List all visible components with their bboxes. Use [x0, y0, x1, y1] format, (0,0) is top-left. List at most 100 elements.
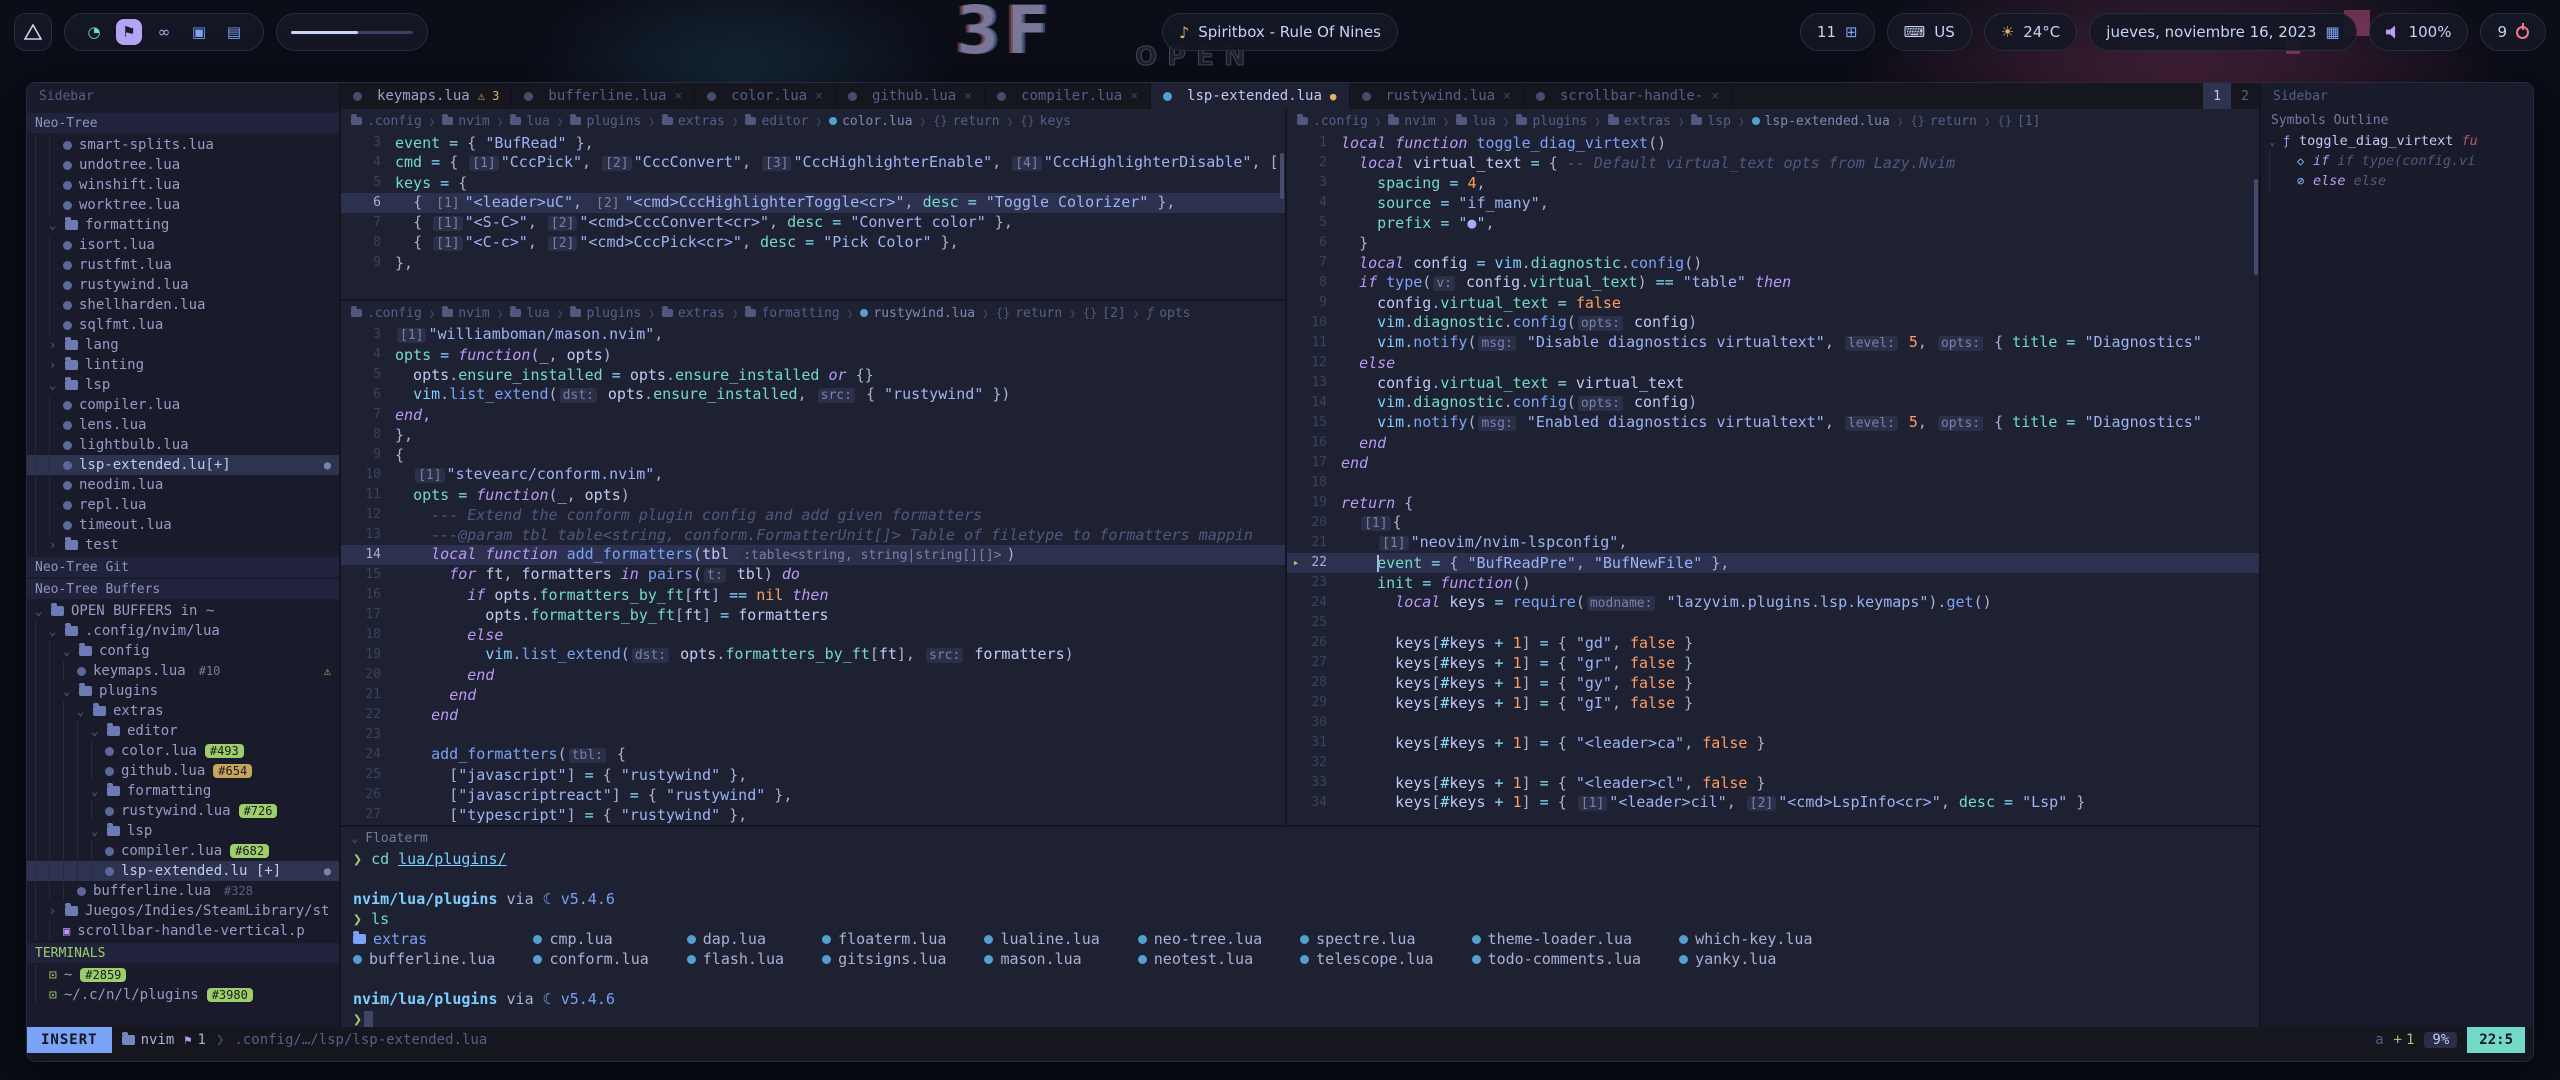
slider-widget[interactable] — [276, 13, 428, 51]
editor-pane-color-lua[interactable]: .config❯nvim❯lua❯plugins❯extras❯editor❯c… — [341, 109, 1285, 299]
tree-row-extras[interactable]: ⌄extras — [27, 701, 339, 721]
listing-item-flash-lua[interactable]: flash.lua — [687, 949, 784, 969]
code-area[interactable]: 3event = { "BufRead" },4cmd = { [1]"CccP… — [341, 133, 1285, 299]
code-area[interactable]: 1local function toggle_diag_virtext()2 l… — [1287, 133, 2259, 825]
tree-row-rustywind-lua[interactable]: rustywind.lua#726 — [27, 801, 339, 821]
editor-pane-lsp-extended-lua[interactable]: .config❯nvim❯lua❯plugins❯extras❯lsp❯lsp-… — [1287, 109, 2259, 825]
keyboard-layout-pill[interactable]: ⌨US — [1887, 13, 1972, 51]
outline-item-if[interactable]: ◇ifif type(config.vi — [2261, 151, 2533, 171]
weather-pill[interactable]: ☀24°C — [1984, 13, 2078, 51]
tree-row-keymaps-lua[interactable]: keymaps.lua#10⚠ — [27, 661, 339, 681]
tree-section-neo-tree-git[interactable]: Neo-Tree Git — [27, 557, 339, 577]
tree-row-undotree-lua[interactable]: undotree.lua — [27, 155, 339, 175]
tree-row-rustfmt-lua[interactable]: rustfmt.lua — [27, 255, 339, 275]
tree-row-bufferline-lua[interactable]: bufferline.lua#328 — [27, 881, 339, 901]
tree-row-lsp-extended-lu[interactable]: lsp-extended.lu[+]● — [27, 455, 339, 475]
tab-scrollbar-handle[interactable]: scrollbar-handle-× — [1524, 83, 1732, 109]
tree-row-rustywind-lua[interactable]: rustywind.lua — [27, 275, 339, 295]
tab-color-lua[interactable]: color.lua× — [695, 83, 836, 109]
tree-row-shellharden-lua[interactable]: shellharden.lua — [27, 295, 339, 315]
launcher-button[interactable] — [14, 13, 52, 51]
listing-item-conform-lua[interactable]: conform.lua — [533, 949, 648, 969]
tree-row-compiler-lua[interactable]: compiler.lua#682 — [27, 841, 339, 861]
close-icon[interactable]: × — [964, 89, 972, 104]
tree-row-compiler-lua[interactable]: compiler.lua — [27, 395, 339, 415]
tabpage-1[interactable]: 1 — [2203, 83, 2231, 109]
tab-lsp-extended-lua[interactable]: lsp-extended.lua● — [1151, 83, 1349, 109]
tree-row-repl-lua[interactable]: repl.lua — [27, 495, 339, 515]
listing-item-which-key-lua[interactable]: which-key.lua — [1679, 929, 1812, 949]
tree-row-plugins[interactable]: ⌄plugins — [27, 681, 339, 701]
listing-item-telescope-lua[interactable]: telescope.lua — [1300, 949, 1433, 969]
listing-item-spectre-lua[interactable]: spectre.lua — [1300, 929, 1433, 949]
tree-row-formatting[interactable]: ⌄formatting — [27, 215, 339, 235]
outline-item-toggle-diag-virtext[interactable]: ⌄ƒtoggle_diag_virtextfu — [2261, 131, 2533, 151]
tree-row-[interactable]: ⊡~#2859 — [27, 965, 339, 985]
tab-compiler-lua[interactable]: compiler.lua× — [985, 83, 1151, 109]
listing-item-todo-comments-lua[interactable]: todo-comments.lua — [1472, 949, 1642, 969]
tree-row-lsp[interactable]: ⌄lsp — [27, 375, 339, 395]
tree-row-smart-splits-lua[interactable]: smart-splits.lua — [27, 135, 339, 155]
tree-section-neo-tree[interactable]: Neo-Tree — [27, 113, 339, 133]
editor-pane-rustywind-lua[interactable]: .config❯nvim❯lua❯plugins❯extras❯formatti… — [341, 299, 1285, 825]
listing-item-dap-lua[interactable]: dap.lua — [687, 929, 784, 949]
listing-item-neo-tree-lua[interactable]: neo-tree.lua — [1138, 929, 1262, 949]
close-icon[interactable]: × — [674, 89, 682, 104]
tree-row-github-lua[interactable]: github.lua#654 — [27, 761, 339, 781]
tree-row-lsp[interactable]: ⌄lsp — [27, 821, 339, 841]
tree-row-timeout-lua[interactable]: timeout.lua — [27, 515, 339, 535]
tree-row-isort-lua[interactable]: isort.lua — [27, 235, 339, 255]
listing-item-neotest-lua[interactable]: neotest.lua — [1138, 949, 1262, 969]
copy-icon[interactable]: ▣ — [186, 19, 212, 45]
code-area[interactable]: 3[1]"williamboman/mason.nvim",4opts = fu… — [341, 325, 1285, 825]
tree-row-open-buffers-in[interactable]: ⌄OPEN BUFFERS in ~ — [27, 601, 339, 621]
notes-icon[interactable]: ▤ — [221, 19, 247, 45]
tree-row-lightbulb-lua[interactable]: lightbulb.lua — [27, 435, 339, 455]
tree-row-config-nvim-lua[interactable]: ⌄.config/nvim/lua — [27, 621, 339, 641]
listing-item-cmp-lua[interactable]: cmp.lua — [533, 929, 648, 949]
link-icon[interactable]: ∞ — [151, 19, 177, 45]
listing-item-lualine-lua[interactable]: lualine.lua — [984, 929, 1099, 949]
listing-item-bufferline-lua[interactable]: bufferline.lua — [353, 949, 495, 969]
tab-keymaps-lua[interactable]: keymaps.lua⚠ 3 — [341, 83, 512, 109]
tab-bufferline-lua[interactable]: bufferline.lua× — [512, 83, 695, 109]
listing-item-extras[interactable]: extras — [353, 929, 495, 949]
tree-row-sqlfmt-lua[interactable]: sqlfmt.lua — [27, 315, 339, 335]
close-icon[interactable]: × — [1130, 89, 1138, 104]
tree-row-c-n-l-plugins[interactable]: ⊡~/.c/n/l/plugins#3980 — [27, 985, 339, 1005]
listing-item-yanky-lua[interactable]: yanky.lua — [1679, 949, 1812, 969]
media-player-pill[interactable]: ♪ Spiritbox - Rule Of Nines — [1162, 13, 1398, 51]
floaterm-pane[interactable]: ⌄ Floaterm ❯ cd lua/plugins/nvim/lua/plu… — [341, 825, 2259, 1027]
listing-item-theme-loader-lua[interactable]: theme-loader.lua — [1472, 929, 1642, 949]
tree-row-test[interactable]: ›test — [27, 535, 339, 555]
tree-row-linting[interactable]: ›linting — [27, 355, 339, 375]
listing-item-floaterm-lua[interactable]: floaterm.lua — [822, 929, 946, 949]
volume-pill[interactable]: 100% — [2369, 13, 2469, 51]
scrollbar-handle[interactable] — [2254, 179, 2258, 275]
close-icon[interactable]: × — [1503, 89, 1511, 104]
tab-github-lua[interactable]: github.lua× — [836, 83, 985, 109]
scrollbar-handle[interactable] — [1280, 153, 1284, 199]
tree-section-neo-tree-buffers[interactable]: Neo-Tree Buffers — [27, 579, 339, 599]
flag-icon[interactable]: ⚑ — [116, 19, 142, 45]
tree-row-color-lua[interactable]: color.lua#493 — [27, 741, 339, 761]
close-icon[interactable]: × — [1711, 89, 1719, 104]
outline-item-else[interactable]: ⊘elseelse — [2261, 171, 2533, 191]
tree-row-scrollbar-handle-vertical-p[interactable]: ▣scrollbar-handle-vertical.p — [27, 921, 339, 941]
listing-item-mason-lua[interactable]: mason.lua — [984, 949, 1099, 969]
tree-row-lsp-extended-lu[interactable]: lsp-extended.lu [+]● — [27, 861, 339, 881]
tree-row-worktree-lua[interactable]: worktree.lua — [27, 195, 339, 215]
tree-row-lens-lua[interactable]: lens.lua — [27, 415, 339, 435]
close-icon[interactable]: × — [815, 89, 823, 104]
tree-row-editor[interactable]: ⌄editor — [27, 721, 339, 741]
tabpage-2[interactable]: 2 — [2231, 83, 2259, 109]
tree-row-neodim-lua[interactable]: neodim.lua — [27, 475, 339, 495]
tree-row-formatting[interactable]: ⌄formatting — [27, 781, 339, 801]
tree-section-terminals[interactable]: TERMINALS — [27, 943, 339, 963]
tree-row-juegos-indies-steamlibrary-st[interactable]: ›Juegos/Indies/SteamLibrary/st — [27, 901, 339, 921]
tree-row-config[interactable]: ⌄config — [27, 641, 339, 661]
power-menu-pill[interactable]: 9 — [2480, 13, 2546, 51]
tree-row-lang[interactable]: ›lang — [27, 335, 339, 355]
tab-rustywind-lua[interactable]: rustywind.lua× — [1350, 83, 1524, 109]
listing-item-gitsigns-lua[interactable]: gitsigns.lua — [822, 949, 946, 969]
